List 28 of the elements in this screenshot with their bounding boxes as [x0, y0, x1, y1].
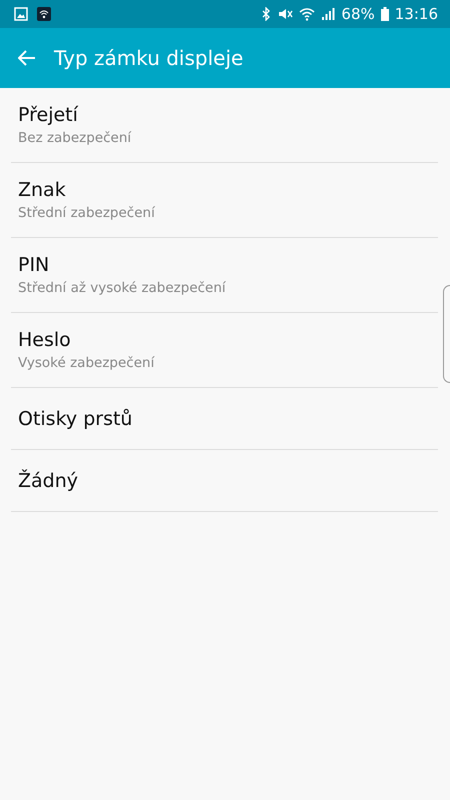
- option-subtitle: Vysoké zabezpečení: [18, 355, 156, 371]
- option-title: Otisky prstů: [18, 408, 134, 430]
- image-icon: [14, 7, 28, 21]
- clock-time: 13:16: [394, 5, 438, 23]
- screen-title: Typ zámku displeje: [54, 46, 244, 70]
- signal-icon: [321, 7, 336, 21]
- bluetooth-icon: [261, 7, 272, 21]
- option-subtitle: Střední až vysoké zabezpečení: [18, 280, 227, 296]
- wifi-icon: [299, 7, 316, 21]
- option-subtitle: Střední zabezpečení: [18, 205, 156, 221]
- back-arrow-icon: [18, 50, 36, 66]
- option-title: Heslo: [18, 329, 72, 351]
- option-title: PIN: [18, 254, 50, 276]
- mute-icon: [277, 7, 294, 21]
- option-title: Znak: [18, 179, 67, 201]
- lock-option[interactable]: Znak Střední zabezpečení: [11, 163, 438, 238]
- wifi-icon: [37, 7, 51, 21]
- edge-handle[interactable]: [443, 285, 450, 383]
- lock-option[interactable]: Otisky prstů: [11, 388, 438, 450]
- battery-percent: 68%: [341, 5, 375, 23]
- lock-option[interactable]: Přejetí Bez zabezpečení: [11, 88, 438, 163]
- lock-option[interactable]: Heslo Vysoké zabezpečení: [11, 313, 438, 388]
- lock-option[interactable]: Žádný: [11, 450, 438, 512]
- option-title: Přejetí: [18, 104, 80, 126]
- option-title: Žádný: [18, 470, 80, 492]
- battery-icon: [380, 7, 389, 21]
- option-subtitle: Bez zabezpečení: [18, 130, 132, 146]
- lock-option[interactable]: PIN Střední až vysoké zabezpečení: [11, 238, 438, 313]
